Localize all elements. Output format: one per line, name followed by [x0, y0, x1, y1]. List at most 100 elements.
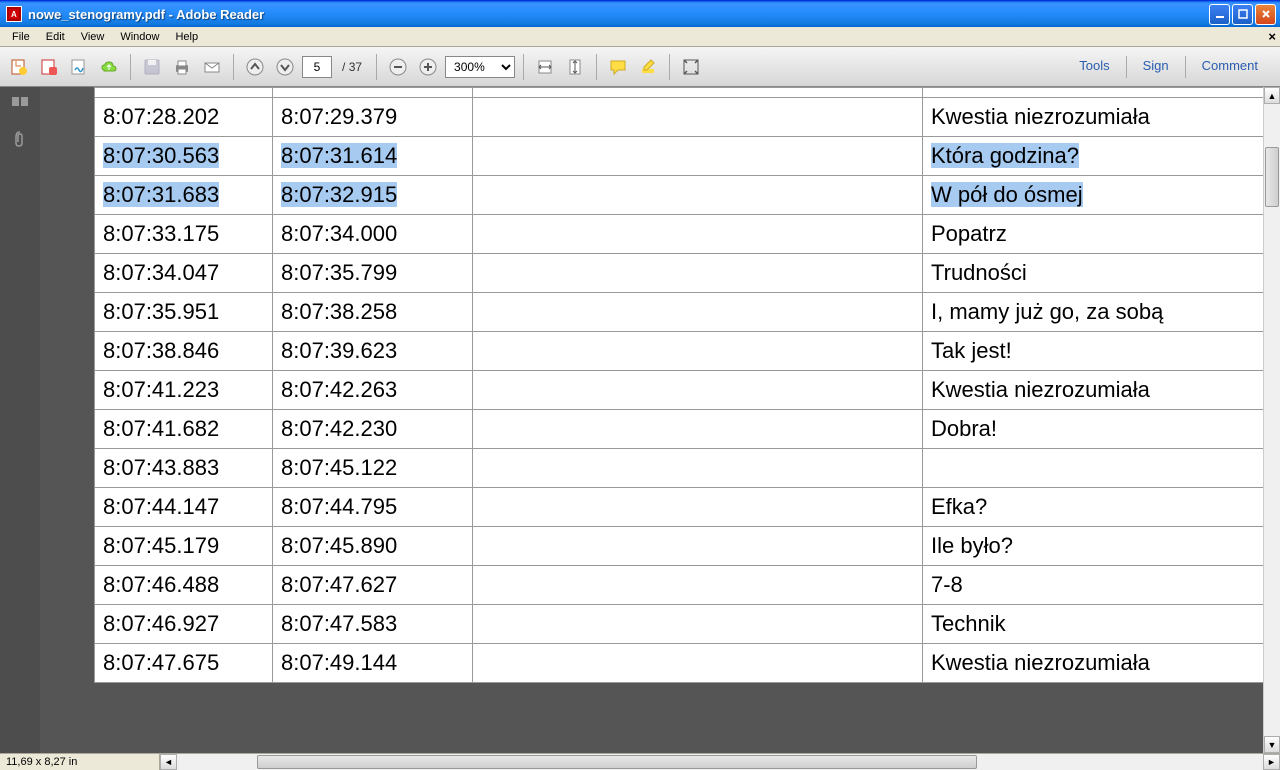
- table-cell[interactable]: 8:07:43.883: [95, 449, 273, 488]
- table-cell[interactable]: 8:07:41.223: [95, 371, 273, 410]
- table-cell[interactable]: 8:07:35.951: [95, 293, 273, 332]
- table-cell[interactable]: 8:07:45.122: [273, 449, 473, 488]
- table-cell[interactable]: Ile było?: [923, 527, 1264, 566]
- table-cell[interactable]: W pół do ósmej: [923, 176, 1264, 215]
- table-cell[interactable]: [473, 176, 923, 215]
- table-cell[interactable]: [473, 98, 923, 137]
- scroll-down-button[interactable]: ▼: [1264, 736, 1280, 753]
- table-cell[interactable]: 8:07:41.682: [95, 410, 273, 449]
- table-cell[interactable]: 8:07:44.795: [273, 488, 473, 527]
- table-cell[interactable]: 8:07:35.799: [273, 254, 473, 293]
- read-mode-icon[interactable]: [678, 54, 704, 80]
- cloud-icon[interactable]: [96, 54, 122, 80]
- table-cell[interactable]: 8:07:42.230: [273, 410, 473, 449]
- comment-button[interactable]: Comment: [1190, 54, 1270, 80]
- table-cell[interactable]: Trudności: [923, 254, 1264, 293]
- table-cell[interactable]: [473, 410, 923, 449]
- table-cell[interactable]: 8:07:46.488: [95, 566, 273, 605]
- zoom-select[interactable]: 300%: [445, 56, 515, 78]
- table-cell[interactable]: Dobra!: [923, 410, 1264, 449]
- table-cell[interactable]: Technik: [923, 605, 1264, 644]
- attachments-icon[interactable]: [10, 129, 30, 149]
- table-cell[interactable]: [473, 293, 923, 332]
- table-cell[interactable]: 8:07:29.379: [273, 98, 473, 137]
- thumbnails-icon[interactable]: [10, 95, 30, 115]
- menu-view[interactable]: View: [73, 29, 113, 45]
- print-icon[interactable]: [169, 54, 195, 80]
- close-button[interactable]: [1255, 4, 1276, 25]
- table-cell[interactable]: [473, 449, 923, 488]
- page-number-input[interactable]: [302, 56, 332, 78]
- email-icon[interactable]: [199, 54, 225, 80]
- table-cell[interactable]: Efka?: [923, 488, 1264, 527]
- fit-page-icon[interactable]: [562, 54, 588, 80]
- table-cell[interactable]: 8:07:28.202: [95, 98, 273, 137]
- document-scroll[interactable]: 8:07:28.2028:07:29.379 Kwestia niezrozumi…: [40, 87, 1280, 753]
- menu-help[interactable]: Help: [167, 29, 206, 45]
- fit-width-icon[interactable]: [532, 54, 558, 80]
- menubar-close-button[interactable]: ×: [1268, 29, 1276, 44]
- sign-pdf-icon[interactable]: [66, 54, 92, 80]
- scroll-up-button[interactable]: ▲: [1264, 87, 1280, 104]
- table-cell[interactable]: [473, 332, 923, 371]
- minimize-button[interactable]: [1209, 4, 1230, 25]
- horizontal-scroll-track[interactable]: [177, 754, 1263, 770]
- table-cell[interactable]: 8:07:38.258: [273, 293, 473, 332]
- table-cell[interactable]: [473, 566, 923, 605]
- table-cell[interactable]: 8:07:38.846: [95, 332, 273, 371]
- page-up-icon[interactable]: [242, 54, 268, 80]
- menu-file[interactable]: File: [4, 29, 38, 45]
- save-icon[interactable]: [139, 54, 165, 80]
- menu-window[interactable]: Window: [112, 29, 167, 45]
- table-cell[interactable]: 7-8: [923, 566, 1264, 605]
- vertical-scrollbar[interactable]: ▲ ▼: [1263, 87, 1280, 753]
- table-cell[interactable]: 8:07:47.675: [95, 644, 273, 683]
- comment-bubble-icon[interactable]: [605, 54, 631, 80]
- tools-button[interactable]: Tools: [1067, 54, 1121, 80]
- table-cell[interactable]: [473, 371, 923, 410]
- page-down-icon[interactable]: [272, 54, 298, 80]
- zoom-out-icon[interactable]: [385, 54, 411, 80]
- table-cell[interactable]: 8:07:47.627: [273, 566, 473, 605]
- scroll-left-button[interactable]: ◄: [160, 754, 177, 770]
- table-cell[interactable]: I, mamy już go, za sobą: [923, 293, 1264, 332]
- table-cell[interactable]: [473, 527, 923, 566]
- table-cell[interactable]: [923, 449, 1264, 488]
- table-cell[interactable]: Kwestia niezrozumiała: [923, 644, 1264, 683]
- table-cell[interactable]: 8:07:39.623: [273, 332, 473, 371]
- table-cell[interactable]: Popatrz: [923, 215, 1264, 254]
- table-cell[interactable]: [473, 488, 923, 527]
- table-cell[interactable]: [473, 644, 923, 683]
- table-cell[interactable]: 8:07:32.915: [273, 176, 473, 215]
- table-cell[interactable]: 8:07:49.144: [273, 644, 473, 683]
- table-cell[interactable]: 8:07:44.147: [95, 488, 273, 527]
- table-cell[interactable]: 8:07:47.583: [273, 605, 473, 644]
- table-cell[interactable]: [473, 254, 923, 293]
- menu-edit[interactable]: Edit: [38, 29, 73, 45]
- table-cell[interactable]: 8:07:34.000: [273, 215, 473, 254]
- sign-button[interactable]: Sign: [1131, 54, 1181, 80]
- table-cell[interactable]: 8:07:31.683: [95, 176, 273, 215]
- horizontal-scrollbar[interactable]: ◄ ►: [160, 754, 1280, 770]
- table-cell[interactable]: 8:07:31.614: [273, 137, 473, 176]
- table-cell[interactable]: Która godzina?: [923, 137, 1264, 176]
- vertical-scroll-thumb[interactable]: [1265, 147, 1279, 207]
- highlight-icon[interactable]: [635, 54, 661, 80]
- table-cell[interactable]: 8:07:46.927: [95, 605, 273, 644]
- scroll-right-button[interactable]: ►: [1263, 754, 1280, 770]
- horizontal-scroll-thumb[interactable]: [257, 755, 977, 769]
- create-pdf-icon[interactable]: [36, 54, 62, 80]
- table-cell[interactable]: Kwestia niezrozumiała: [923, 98, 1264, 137]
- table-cell[interactable]: Kwestia niezrozumiała: [923, 371, 1264, 410]
- table-cell[interactable]: 8:07:42.263: [273, 371, 473, 410]
- export-pdf-icon[interactable]: [6, 54, 32, 80]
- table-cell[interactable]: 8:07:34.047: [95, 254, 273, 293]
- zoom-in-icon[interactable]: [415, 54, 441, 80]
- table-cell[interactable]: Tak jest!: [923, 332, 1264, 371]
- maximize-button[interactable]: [1232, 4, 1253, 25]
- table-cell[interactable]: 8:07:33.175: [95, 215, 273, 254]
- table-cell[interactable]: 8:07:45.179: [95, 527, 273, 566]
- table-cell[interactable]: [473, 215, 923, 254]
- table-cell[interactable]: [473, 137, 923, 176]
- table-cell[interactable]: [473, 605, 923, 644]
